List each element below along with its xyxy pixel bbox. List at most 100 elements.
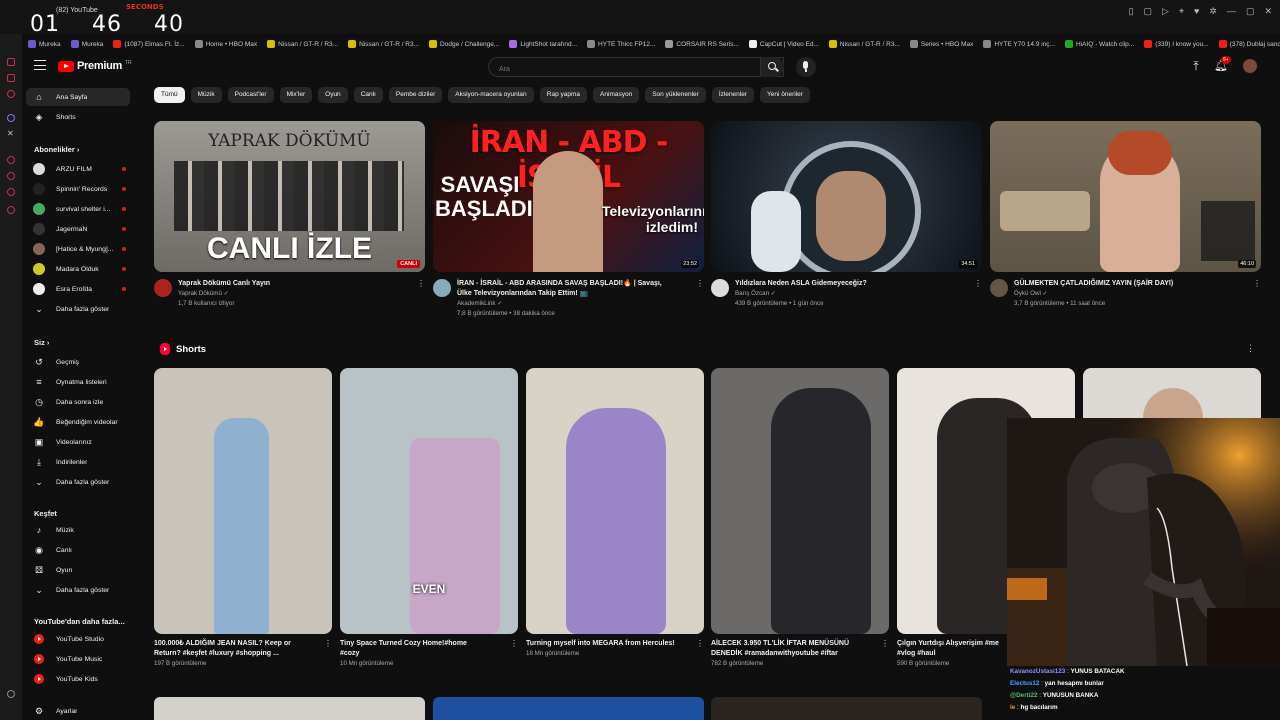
sidebar-item-live[interactable]: ◉ Canlı <box>26 541 130 559</box>
short-thumbnail[interactable] <box>526 368 704 634</box>
channel-avatar[interactable] <box>990 279 1008 297</box>
more-actions-icon[interactable]: ⋮ <box>696 639 704 648</box>
more-actions-icon[interactable]: ⋮ <box>510 639 518 648</box>
sidebar-item-shorts[interactable]: ◈ Shorts <box>26 108 130 126</box>
sidebar-icon[interactable] <box>7 90 15 98</box>
bookmark-item[interactable]: (378) Dublaj sandı... <box>1218 40 1280 48</box>
bookmark-item[interactable]: Nissan / GT-R / R3... <box>267 40 338 48</box>
short-title-line2[interactable]: DENEDİK #ramadanwithyoutube #iftar <box>711 649 875 659</box>
channel-avatar[interactable] <box>154 279 172 297</box>
sidebar-icon[interactable] <box>7 206 15 214</box>
filter-chip[interactable]: Son yüklenenler <box>645 87 706 103</box>
messenger-icon[interactable] <box>7 114 15 122</box>
sidebar-item-clock[interactable]: ◷ Daha sonra izle <box>26 393 130 411</box>
short-title[interactable]: Tiny Space Turned Cozy Home!#home <box>340 639 504 649</box>
short-card[interactable]: 100.000₺ ALDIĞIM JEAN NASIL? Keep or Retu… <box>154 368 332 669</box>
sidebar-item-chevron-down[interactable]: ⌄ Daha fazla göster <box>26 473 130 491</box>
filter-chip[interactable]: Canlı <box>353 87 383 103</box>
video-thumbnail[interactable] <box>711 697 982 720</box>
more-actions-icon[interactable]: ⋮ <box>417 279 425 288</box>
short-title[interactable]: AİLECEK 3.950 TL'LİK İFTAR MENÜSÜNÜ <box>711 639 875 649</box>
short-card[interactable]: EVEN Tiny Space Turned Cozy Home!#home #co… <box>340 368 518 669</box>
short-card[interactable]: AİLECEK 3.950 TL'LİK İFTAR MENÜSÜNÜ DENED… <box>711 368 889 669</box>
sidebar-item-chevron-down[interactable]: ⌄ Daha fazla göster <box>26 581 130 599</box>
minimize-icon[interactable]: — <box>1227 6 1236 17</box>
sidebar-item-download[interactable]: ⤓ İndirilenler <box>26 453 130 471</box>
sidebar-item-your-videos[interactable]: ▣ Videolarınız <box>26 433 130 451</box>
video-card[interactable]: İRAN - ABD - İSRAİLSAVAŞI BAŞLADI!Televi… <box>433 121 704 319</box>
video-thumbnail[interactable]: 34:51 <box>711 121 982 272</box>
filter-chip[interactable]: İzlenenler <box>711 87 755 103</box>
video-title[interactable]: Yaprak Dökümü Canlı Yayın <box>178 279 413 289</box>
sidebar-icon[interactable] <box>7 172 15 180</box>
sidebar-icon[interactable] <box>7 156 15 164</box>
channel-avatar[interactable] <box>433 279 451 297</box>
bookmark-item[interactable]: HYTE Y70 14.9 inç... <box>983 40 1055 48</box>
voice-search-button[interactable] <box>796 57 816 77</box>
more-actions-icon[interactable]: ⋮ <box>881 639 889 648</box>
youtube-app-link[interactable]: YouTube Studio <box>26 630 130 648</box>
more-actions-icon[interactable]: ⋮ <box>974 279 982 288</box>
sidebar-item-playlist[interactable]: ≡ Oynatma listeleri <box>26 373 130 391</box>
video-thumbnail[interactable] <box>154 697 425 720</box>
subscription-item[interactable]: Madara Olduk <box>26 260 130 278</box>
short-title[interactable]: Turning myself into MEGARA from Hercules… <box>526 639 690 649</box>
video-thumbnail[interactable]: YAPRAK DÖKÜMÜ CANLI İZLE CANLI <box>154 121 425 272</box>
more-actions-icon[interactable]: ⋮ <box>1253 279 1261 288</box>
sidebar-item-chevron-down[interactable]: ⌄ Daha fazla göster <box>26 300 130 318</box>
filter-chip[interactable]: Oyun <box>318 87 348 103</box>
short-title-line2[interactable]: #cozy <box>340 649 504 659</box>
sidebar-item-settings-gear[interactable]: ⚙ Ayarlar <box>26 702 130 720</box>
channel-name[interactable]: AkademikLink ✓ <box>457 299 692 309</box>
search-input[interactable] <box>489 60 783 79</box>
bookmark-item[interactable]: CORSAIR RS Seris... <box>665 40 739 48</box>
youtube-logo[interactable]: Premium TR <box>58 60 132 72</box>
channel-avatar[interactable] <box>711 279 729 297</box>
hamburger-menu-icon[interactable] <box>34 60 46 70</box>
close-icon[interactable]: ✕ <box>1264 6 1272 17</box>
subscription-item[interactable]: ARZU FİLM <box>26 160 130 178</box>
video-title[interactable]: Yıldızlara Neden ASLA Gidemeyeceğiz? <box>735 279 970 289</box>
channel-name[interactable]: Öykü Owl ✓ <box>1014 289 1249 299</box>
filter-chip[interactable]: Rap yapma <box>539 87 588 103</box>
play-icon[interactable]: ▷ <box>1162 6 1169 17</box>
filter-chip[interactable]: Podcast'ler <box>227 87 274 103</box>
bookmark-item[interactable]: HYTE Thicc FP12... <box>587 40 655 48</box>
short-thumbnail[interactable]: EVEN <box>340 368 518 634</box>
bookmark-item[interactable]: Nissan / GT-R / R3... <box>348 40 419 48</box>
bookmark-item[interactable]: HiAIQ - Watch clip... <box>1064 40 1134 48</box>
short-title-line2[interactable]: Return? #keşfet #luxury #shopping ... <box>154 649 318 659</box>
extensions-icon[interactable]: ✲ <box>1209 6 1217 17</box>
bookmark-item[interactable]: (1087) Elmas Ft. İz... <box>113 40 185 48</box>
filter-chip[interactable]: Animasyon <box>593 87 640 103</box>
video-title[interactable]: GÜLMEKTEN ÇATLADIĞIMIZ YAYIN (ŞAİR DAYI) <box>1014 279 1249 289</box>
video-thumbnail[interactable]: İRAN - ABD - İSRAİLSAVAŞI BAŞLADI!Televi… <box>433 121 704 272</box>
sidebar-item-music[interactable]: ♪ Müzik <box>26 521 130 539</box>
bookmark-item[interactable]: Nissan / GT-R / R3... <box>828 40 900 48</box>
bookmark-item[interactable]: Dodge / Challenge... <box>429 40 499 48</box>
subscription-item[interactable]: survival shelter i... <box>26 200 130 218</box>
bookmark-icon[interactable]: ▯ <box>1129 6 1134 17</box>
more-actions-icon[interactable]: ⋮ <box>696 279 704 288</box>
short-card[interactable]: Turning myself into MEGARA from Hercules… <box>526 368 704 659</box>
sidebar-item-like[interactable]: 👍 Beğendiğim videolar <box>26 413 130 431</box>
subscription-item[interactable]: JagermaN <box>26 220 130 238</box>
subscription-item[interactable]: Esra Eroľda <box>26 280 130 298</box>
video-title-line2[interactable]: Ülke Televizyonlarından Takip Ettim! 📺 <box>457 289 692 299</box>
sidebar-icon[interactable] <box>7 58 15 66</box>
subscriptions-header[interactable]: Abonelikler › <box>34 145 79 154</box>
video-card[interactable]: 46:10 GÜLMEKTEN ÇATLADIĞIMIZ YAYIN (ŞAİR … <box>990 121 1261 309</box>
video-card[interactable]: 34:51 Yıldızlara Neden ASLA Gidemeyeceğiz… <box>711 121 982 309</box>
bookmark-item[interactable]: Mureka <box>70 40 103 48</box>
subscription-item[interactable]: [Hatice & Myung]... <box>26 240 130 258</box>
shorts-menu-icon[interactable]: ⋮ <box>1246 343 1255 354</box>
short-thumbnail[interactable] <box>154 368 332 634</box>
short-thumbnail[interactable] <box>711 368 889 634</box>
subscription-item[interactable]: Spinnin' Records <box>26 180 130 198</box>
sidebar-item-gaming[interactable]: ⚄ Oyun <box>26 561 130 579</box>
short-title[interactable]: 100.000₺ ALDIĞIM JEAN NASIL? Keep or <box>154 639 318 649</box>
filter-chip[interactable]: Aksiyon-macera oyunları <box>448 87 534 103</box>
video-thumbnail[interactable] <box>433 697 704 720</box>
filter-chip[interactable]: Mix'ler <box>279 87 313 103</box>
channel-name[interactable]: Yaprak Dökümü ✓ <box>178 289 413 299</box>
